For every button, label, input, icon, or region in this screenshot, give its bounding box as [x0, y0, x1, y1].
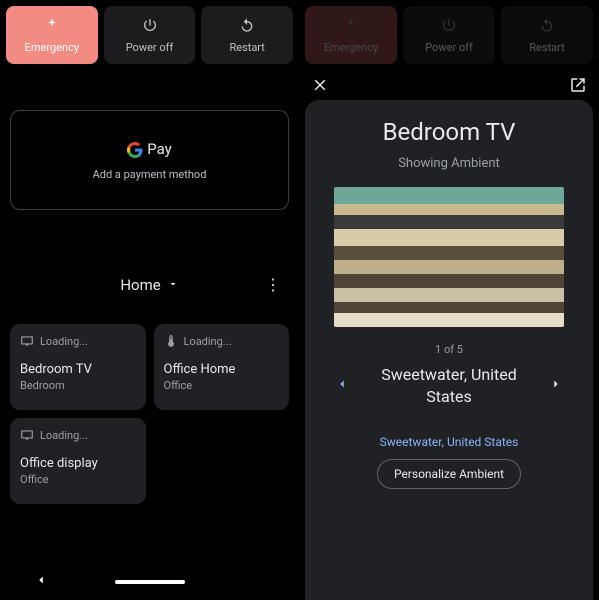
emergency-label: Emergency	[25, 41, 79, 54]
home-selector[interactable]: Home	[120, 276, 178, 294]
chevron-down-icon	[167, 276, 179, 294]
device-detail-sheet: Bedroom TV Showing Ambient 1 of 5 Sweetw…	[305, 100, 593, 600]
power-off-label: Power off	[126, 41, 174, 54]
location-row: Sweetwater, United States	[317, 364, 581, 409]
restart-icon	[539, 17, 555, 37]
display-icon	[20, 428, 34, 442]
emergency-button[interactable]: Emergency	[305, 6, 397, 64]
restart-label: Restart	[229, 41, 264, 54]
power-off-button[interactable]: Power off	[104, 6, 196, 64]
tile-loading: Loading...	[20, 428, 136, 442]
detail-title: Bedroom TV	[383, 118, 516, 146]
google-pay-card[interactable]: Pay Add a payment method	[10, 110, 289, 210]
device-tile-office-home[interactable]: Loading... Office Home Office	[154, 324, 290, 410]
location-link[interactable]: Sweetwater, United States	[380, 435, 519, 449]
emergency-label: Emergency	[324, 41, 378, 54]
location-title: Sweetwater, United States	[369, 364, 529, 409]
device-tile-bedroom-tv[interactable]: Loading... Bedroom TV Bedroom	[10, 324, 146, 410]
power-off-button[interactable]: Power off	[403, 6, 495, 64]
nav-back-button[interactable]	[34, 573, 48, 591]
home-label: Home	[120, 276, 160, 294]
tile-title: Bedroom TV	[20, 362, 136, 377]
home-selector-row: Home ⋮	[0, 276, 299, 294]
tile-title: Office Home	[164, 362, 280, 377]
google-pay-subtitle: Add a payment method	[93, 168, 207, 181]
detail-header	[299, 70, 599, 104]
emergency-icon	[44, 17, 60, 37]
power-menu-screen: Emergency Power off Restart	[0, 0, 299, 600]
power-row-dimmed: Emergency Power off Restart	[299, 0, 599, 70]
tile-subtitle: Office	[20, 473, 136, 486]
tile-title: Office display	[20, 456, 136, 471]
tv-icon	[20, 334, 34, 348]
google-g-icon	[127, 139, 143, 157]
personalize-ambient-button[interactable]: Personalize Ambient	[377, 459, 521, 489]
next-button[interactable]	[549, 377, 563, 395]
close-button[interactable]	[311, 76, 329, 98]
slide-counter: 1 of 5	[435, 343, 463, 356]
restart-icon	[239, 17, 255, 37]
nav-home-pill[interactable]	[115, 580, 185, 584]
device-detail-screen: Emergency Power off Restart Bedroom TV S…	[299, 0, 599, 600]
thermostat-icon	[164, 334, 178, 348]
emergency-button[interactable]: Emergency	[6, 6, 98, 64]
restart-button[interactable]: Restart	[201, 6, 293, 64]
tile-loading: Loading...	[164, 334, 280, 348]
power-icon	[142, 17, 158, 37]
device-tile-grid: Loading... Bedroom TV Bedroom Loading...…	[0, 314, 299, 514]
emergency-icon	[343, 17, 359, 37]
restart-label: Restart	[529, 41, 564, 54]
open-external-button[interactable]	[569, 76, 587, 98]
power-off-label: Power off	[425, 41, 473, 54]
tile-subtitle: Office	[164, 379, 280, 392]
google-pay-brand: Pay	[147, 140, 172, 158]
power-icon	[441, 17, 457, 37]
ambient-artwork	[334, 187, 564, 327]
device-tile-office-display[interactable]: Loading... Office display Office	[10, 418, 146, 504]
more-menu-button[interactable]: ⋮	[265, 277, 281, 293]
google-pay-logo: Pay	[127, 139, 172, 157]
prev-button[interactable]	[335, 377, 349, 395]
detail-status: Showing Ambient	[398, 156, 500, 171]
system-nav-bar	[0, 564, 299, 600]
restart-button[interactable]: Restart	[501, 6, 593, 64]
tile-subtitle: Bedroom	[20, 379, 136, 392]
tile-loading: Loading...	[20, 334, 136, 348]
power-row: Emergency Power off Restart	[0, 0, 299, 70]
